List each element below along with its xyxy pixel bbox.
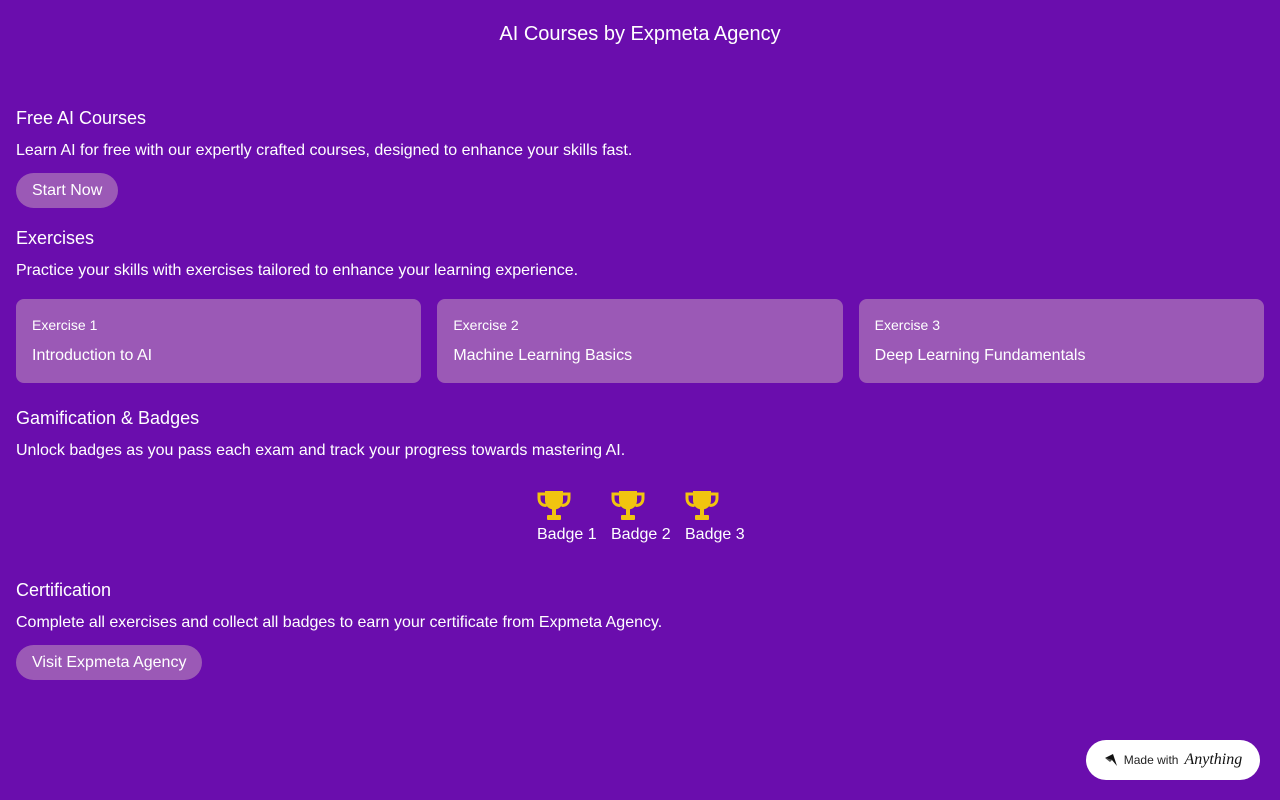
exercises-section: Exercises Practice your skills with exer…: [16, 227, 1264, 383]
exercise-title: Deep Learning Fundamentals: [874, 347, 1086, 364]
certification-description: Complete all exercises and collect all b…: [16, 614, 663, 631]
page-title: AI Courses by Expmeta Agency: [499, 23, 781, 45]
badge-label: Badge 3: [685, 526, 745, 543]
page: AI Courses by Expmeta Agency Free AI Cou…: [0, 0, 1280, 800]
anything-brand-label: Anything: [1184, 751, 1243, 768]
start-now-button[interactable]: Start Now: [16, 173, 119, 208]
badge-label: Badge 1: [537, 526, 597, 543]
exercise-card-3[interactable]: Exercise 3 Deep Learning Fundamentals: [858, 299, 1264, 383]
exercise-number: Exercise 3: [874, 317, 941, 333]
badge-2: Badge 2: [611, 489, 671, 545]
badge-row: Badge 1 Badge 2 Badge 3: [16, 489, 1264, 545]
free-courses-description: Learn AI for free with our expertly craf…: [16, 142, 633, 159]
badges-description: Unlock badges as you pass each exam and …: [16, 442, 626, 459]
made-with-label: Made with: [1123, 753, 1179, 767]
certification-heading: Certification: [16, 580, 112, 600]
trophy-icon: [611, 491, 645, 520]
badge-1: Badge 1: [537, 489, 597, 545]
exercise-number: Exercise 2: [453, 317, 519, 333]
free-courses-heading: Free AI Courses: [16, 108, 147, 128]
exercise-card-1[interactable]: Exercise 1 Introduction to AI: [16, 299, 422, 383]
visit-expmeta-button[interactable]: Visit Expmeta Agency: [16, 645, 203, 680]
trophy-icon: [537, 491, 571, 520]
anything-logo-icon: [1104, 754, 1117, 766]
badges-section: Gamification & Badges Unlock badges as y…: [16, 407, 1264, 545]
exercise-number: Exercise 1: [32, 317, 98, 333]
exercises-heading: Exercises: [16, 228, 95, 248]
badges-heading: Gamification & Badges: [16, 408, 200, 428]
trophy-icon: [685, 491, 719, 520]
made-with-anything-badge[interactable]: Made with Anything: [1086, 740, 1260, 780]
exercise-grid: Exercise 1 Introduction to AI Exercise 2…: [16, 299, 1264, 383]
exercise-card-2[interactable]: Exercise 2 Machine Learning Basics: [437, 299, 843, 383]
exercise-title: Introduction to AI: [32, 347, 153, 364]
exercises-description: Practice your skills with exercises tail…: [16, 262, 579, 279]
free-courses-section: Free AI Courses Learn AI for free with o…: [16, 107, 1264, 208]
certification-section: Certification Complete all exercises and…: [16, 579, 1264, 680]
badge-label: Badge 2: [611, 526, 671, 543]
badge-3: Badge 3: [685, 489, 745, 545]
exercise-title: Machine Learning Basics: [453, 347, 633, 364]
